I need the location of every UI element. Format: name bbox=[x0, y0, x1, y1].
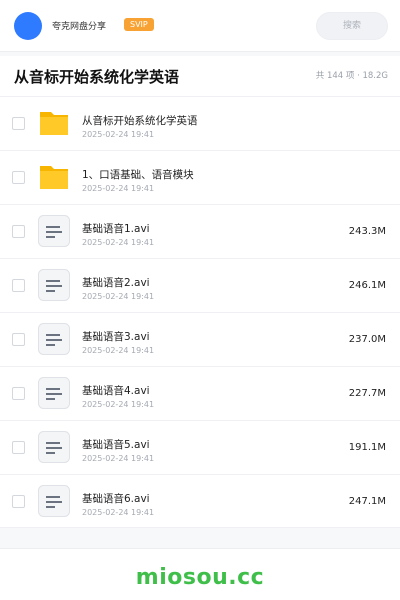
file-date: 2025-02-24 19:41 bbox=[82, 508, 155, 517]
row-checkbox[interactable] bbox=[12, 171, 25, 184]
list-item[interactable]: 基础语音5.avi 2025-02-24 19:41 191.1M bbox=[0, 420, 400, 474]
file-date: 2025-02-24 19:41 bbox=[82, 454, 155, 463]
file-icon bbox=[38, 215, 70, 247]
footer: miosou.cc bbox=[0, 548, 400, 600]
search-input[interactable]: 搜索 bbox=[316, 12, 388, 40]
list-item[interactable]: 基础语音3.avi 2025-02-24 19:41 237.0M bbox=[0, 312, 400, 366]
row-checkbox[interactable] bbox=[12, 387, 25, 400]
list-item[interactable]: 基础语音1.avi 2025-02-24 19:41 243.3M bbox=[0, 204, 400, 258]
row-checkbox[interactable] bbox=[12, 333, 25, 346]
file-icon bbox=[38, 485, 70, 517]
row-checkbox[interactable] bbox=[12, 495, 25, 508]
row-checkbox[interactable] bbox=[12, 117, 25, 130]
file-size: 243.3M bbox=[348, 226, 386, 237]
file-name: 基础语音2.avi bbox=[82, 277, 150, 289]
brand-label: 夸克网盘分享 bbox=[52, 22, 107, 32]
file-name: 基础语音1.avi bbox=[82, 223, 150, 235]
list-item[interactable]: 基础语音2.avi 2025-02-24 19:41 246.1M bbox=[0, 258, 400, 312]
file-size: 191.1M bbox=[348, 442, 386, 453]
list-item[interactable]: 基础语音6.avi 2025-02-24 19:41 247.1M bbox=[0, 474, 400, 528]
file-size: 247.1M bbox=[348, 496, 386, 507]
file-name: 基础语音4.avi bbox=[82, 385, 150, 397]
page-title: 从音标开始系统化学英语 bbox=[14, 68, 180, 86]
list-item[interactable]: 基础语音4.avi 2025-02-24 19:41 227.7M bbox=[0, 366, 400, 420]
file-date: 2025-02-24 19:41 bbox=[82, 130, 155, 139]
list-item[interactable]: 从音标开始系统化学英语 2025-02-24 19:41 bbox=[0, 96, 400, 150]
file-name: 基础语音5.avi bbox=[82, 439, 150, 451]
row-checkbox[interactable] bbox=[12, 441, 25, 454]
file-date: 2025-02-24 19:41 bbox=[82, 292, 155, 301]
svip-badge: SVIP bbox=[124, 18, 154, 31]
file-name: 基础语音6.avi bbox=[82, 493, 150, 505]
share-page: 夸克网盘分享 SVIP 搜索 从音标开始系统化学英语 共 144 项 · 18.… bbox=[0, 0, 400, 600]
folder-icon bbox=[38, 161, 70, 193]
file-size: 227.7M bbox=[348, 388, 386, 399]
file-name: 从音标开始系统化学英语 bbox=[82, 115, 198, 127]
avatar[interactable] bbox=[14, 12, 42, 40]
list-item[interactable]: 1、口语基础、语音模块 2025-02-24 19:41 bbox=[0, 150, 400, 204]
folder-meta: 共 144 项 · 18.2G bbox=[315, 71, 388, 81]
file-icon bbox=[38, 269, 70, 301]
file-date: 2025-02-24 19:41 bbox=[82, 184, 155, 193]
row-checkbox[interactable] bbox=[12, 279, 25, 292]
file-name: 基础语音3.avi bbox=[82, 331, 150, 343]
top-bar: 夸克网盘分享 SVIP 搜索 bbox=[0, 0, 400, 52]
file-size: 246.1M bbox=[348, 280, 386, 291]
watermark-logo: miosou.cc bbox=[135, 565, 265, 590]
row-checkbox[interactable] bbox=[12, 225, 25, 238]
file-name: 1、口语基础、语音模块 bbox=[82, 169, 194, 181]
folder-icon bbox=[38, 107, 70, 139]
file-date: 2025-02-24 19:41 bbox=[82, 238, 155, 247]
folder-header: 从音标开始系统化学英语 共 144 项 · 18.2G bbox=[0, 56, 400, 96]
file-date: 2025-02-24 19:41 bbox=[82, 346, 155, 355]
file-date: 2025-02-24 19:41 bbox=[82, 400, 155, 409]
file-icon bbox=[38, 377, 70, 409]
file-icon bbox=[38, 323, 70, 355]
file-icon bbox=[38, 431, 70, 463]
file-size: 237.0M bbox=[348, 334, 386, 345]
file-list: 从音标开始系统化学英语 2025-02-24 19:41 1、口语基础、语音模块… bbox=[0, 96, 400, 528]
